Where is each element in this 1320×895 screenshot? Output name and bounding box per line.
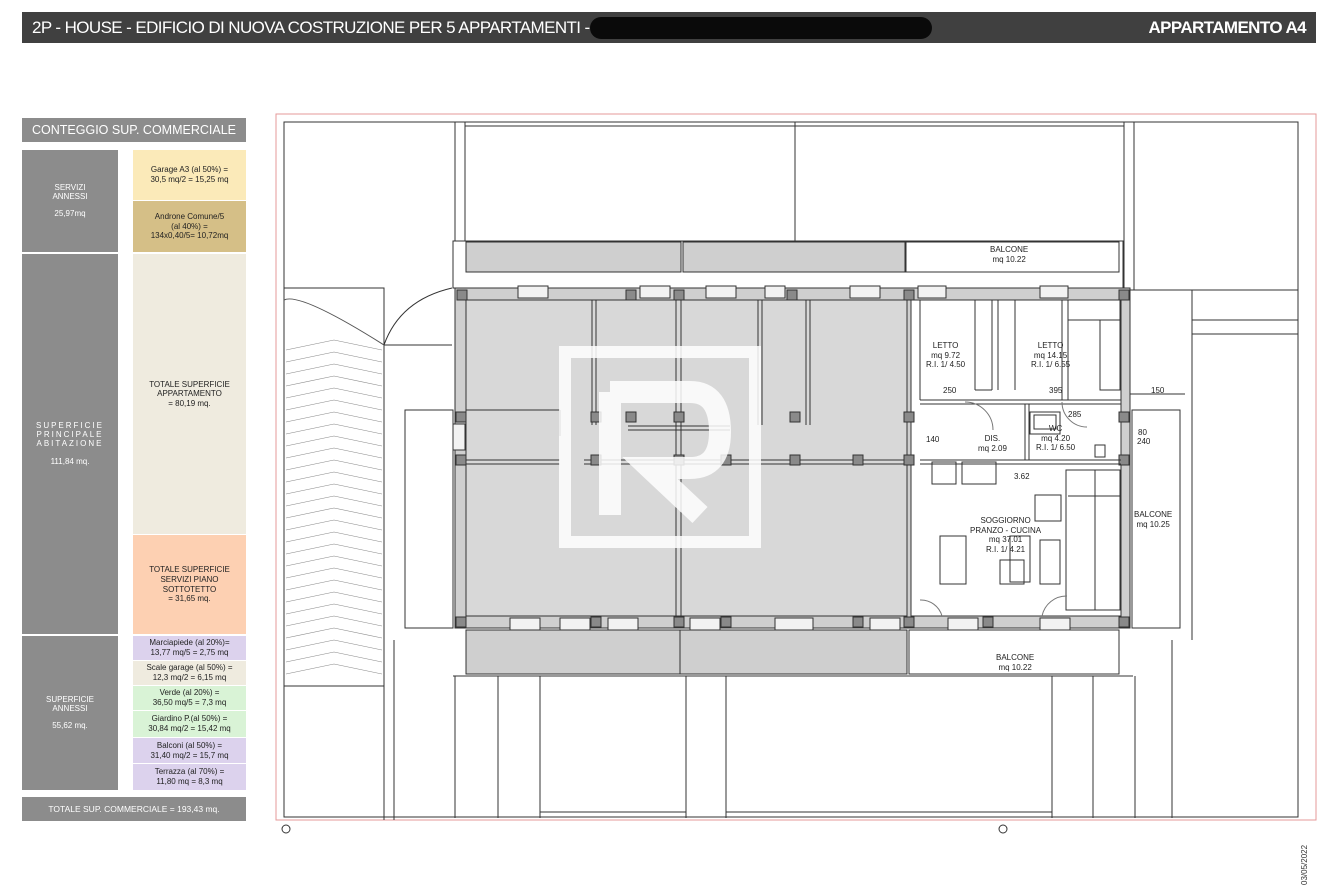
structural-column — [903, 411, 915, 423]
room-wc: WC mq 4.20 R.I. 1/ 6.50 — [1036, 424, 1075, 453]
structural-column — [456, 289, 468, 301]
room-text: BALCONE mq 10.22 — [996, 653, 1035, 672]
room-letto-1: LETTO mq 9.72 R.I. 1/ 4.50 — [926, 341, 965, 370]
room-text: LETTO mq 14.15 R.I. 1/ 6.55 — [1031, 341, 1071, 370]
room-balcone-top: BALCONE mq 10.22 — [990, 245, 1028, 264]
room-text: SOGGIORNO PRANZO - CUCINA mq 37.01 R.I. … — [970, 516, 1042, 554]
structural-column — [455, 411, 467, 423]
room-text: DIS. mq 2.09 — [978, 434, 1007, 453]
floor-plan — [275, 113, 1317, 834]
structural-column — [982, 616, 994, 628]
room-text: WC mq 4.20 R.I. 1/ 6.50 — [1036, 424, 1076, 453]
structural-column — [673, 289, 685, 301]
structural-column — [903, 454, 915, 466]
structural-column — [903, 289, 915, 301]
room-text: BALCONE mq 10.25 — [1134, 510, 1173, 529]
structural-column — [1118, 411, 1130, 423]
structural-column — [1118, 289, 1130, 301]
room-text: BALCONE mq 10.22 — [990, 245, 1029, 264]
dim-250: 250 — [943, 386, 957, 395]
structural-column — [673, 616, 685, 628]
dim-395: 395 — [1049, 386, 1063, 395]
structural-column — [789, 454, 801, 466]
room-balcone-right: BALCONE mq 10.25 — [1134, 510, 1172, 529]
dim-362: 3.62 — [1014, 472, 1030, 481]
structural-column — [789, 411, 801, 423]
dim-150: 150 — [1151, 386, 1165, 395]
structural-column — [720, 616, 732, 628]
structural-column — [1118, 616, 1130, 628]
dim-285: 285 — [1068, 410, 1082, 419]
structural-column — [673, 411, 685, 423]
dim-80: 80 — [1138, 428, 1147, 437]
structural-column — [455, 454, 467, 466]
room-soggiorno: SOGGIORNO PRANZO - CUCINA mq 37.01 R.I. … — [970, 516, 1041, 554]
dim-140: 140 — [926, 435, 940, 444]
structural-column — [903, 616, 915, 628]
room-text: LETTO mq 9.72 R.I. 1/ 4.50 — [926, 341, 966, 370]
structural-column — [625, 411, 637, 423]
structural-column — [852, 616, 864, 628]
structural-column — [786, 289, 798, 301]
structural-column — [590, 616, 602, 628]
dim-240: 240 — [1137, 437, 1151, 446]
room-letto-2: LETTO mq 14.15 R.I. 1/ 6.55 — [1031, 341, 1070, 370]
structural-column — [852, 454, 864, 466]
structural-column — [455, 616, 467, 628]
drawing-date: 03/05/2022 — [1300, 844, 1309, 885]
structural-column — [625, 289, 637, 301]
room-disimpegno: DIS. mq 2.09 — [978, 434, 1007, 453]
room-balcone-bottom: BALCONE mq 10.22 — [996, 653, 1034, 672]
